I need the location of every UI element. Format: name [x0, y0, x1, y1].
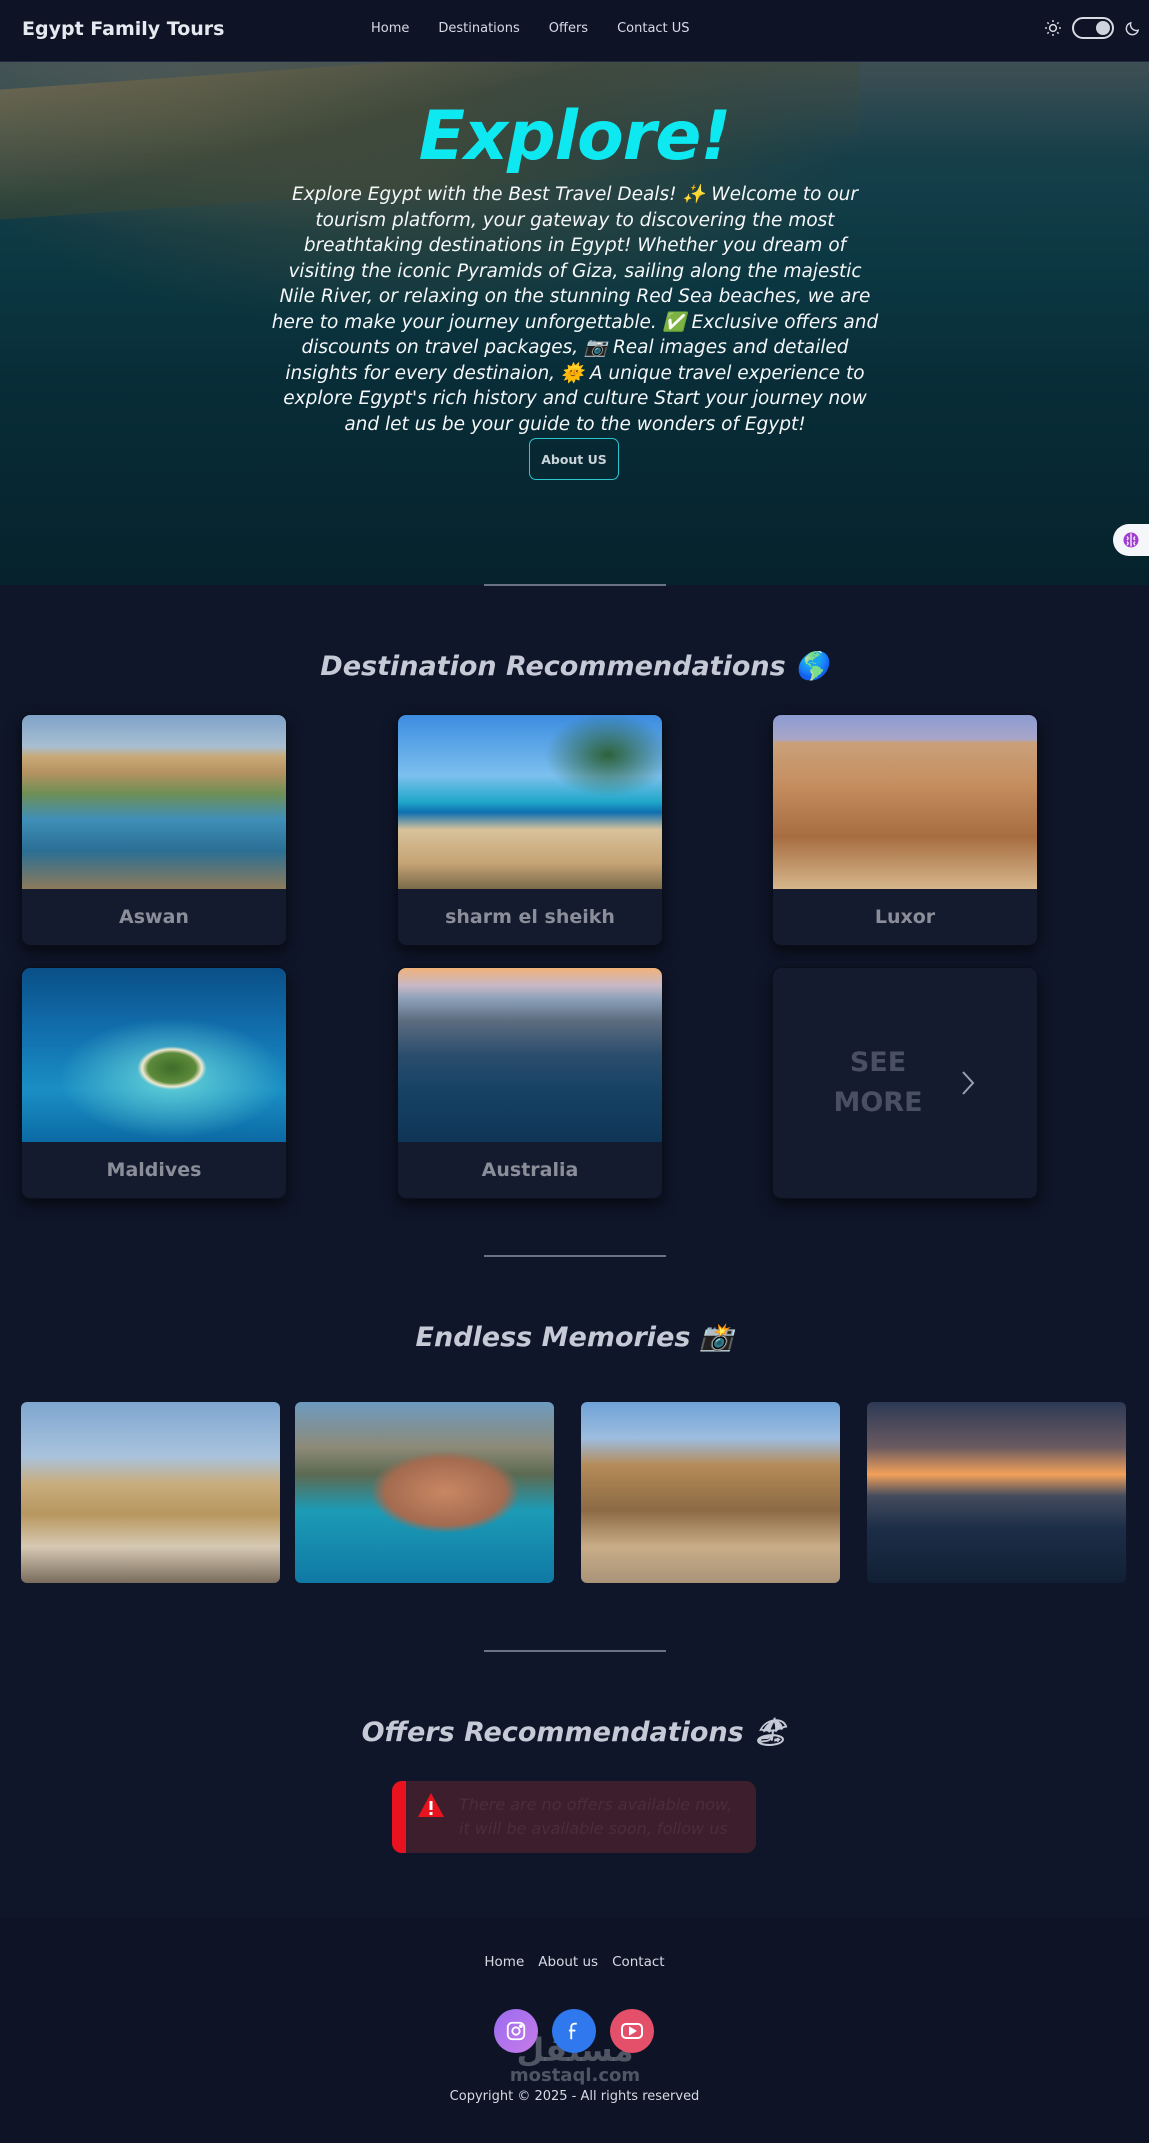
nav-contact[interactable]: Contact US	[617, 21, 689, 36]
destination-label: Maldives	[106, 1159, 202, 1181]
australia-photo	[398, 968, 662, 1142]
divider	[484, 1650, 666, 1652]
destination-label: Aswan	[119, 906, 189, 928]
destination-card-sharm[interactable]: sharm el sheikh	[397, 714, 663, 946]
coastal-town-photo	[295, 1402, 554, 1583]
destination-label: Luxor	[874, 906, 936, 928]
maldives-photo	[22, 968, 286, 1142]
memory-image-4[interactable]	[867, 1402, 1126, 1583]
destination-card-maldives[interactable]: Maldives	[21, 967, 287, 1199]
facebook-icon	[568, 2022, 577, 2040]
brand-logo[interactable]: Egypt Family Tours	[22, 18, 224, 40]
about-us-button[interactable]: About US	[529, 438, 619, 480]
no-offers-alert: There are no offers available now, it wi…	[392, 1781, 756, 1853]
destination-card-aswan[interactable]: Aswan	[21, 714, 287, 946]
hero-title: Explore!	[418, 97, 732, 176]
memory-image-1[interactable]	[21, 1402, 280, 1583]
divider	[484, 1255, 666, 1257]
destinations-title: Destination Recommendations 🌎	[320, 651, 829, 682]
nav-links: Home Destinations Offers Contact US	[371, 21, 690, 36]
destination-card-luxor[interactable]: Luxor	[772, 714, 1038, 946]
memory-image-3[interactable]	[581, 1402, 840, 1583]
memories-title: Endless Memories 📸	[415, 1322, 734, 1353]
footer-link-contact[interactable]: Contact	[612, 1954, 665, 1970]
sharm-photo	[398, 715, 662, 889]
theme-switch	[1044, 17, 1141, 39]
navbar: Egypt Family Tours Home Destinations Off…	[0, 0, 1149, 62]
divider	[484, 584, 666, 586]
chevron-right-icon	[961, 1071, 974, 1095]
nav-home[interactable]: Home	[371, 21, 409, 36]
offers-title: Offers Recommendations 🏖	[361, 1717, 788, 1748]
memory-image-2[interactable]	[295, 1402, 554, 1583]
see-more-label: SEE MORE	[833, 1047, 923, 1118]
footer-link-home[interactable]: Home	[484, 1954, 524, 1970]
instagram-icon	[506, 2021, 526, 2041]
hero-description: Explore Egypt with the Best Travel Deals…	[271, 184, 879, 435]
hero-section: Explore! Explore Egypt with the Best Tra…	[0, 61, 1149, 585]
destination-card-australia[interactable]: Australia	[397, 967, 663, 1199]
nav-destinations[interactable]: Destinations	[438, 21, 519, 36]
copyright: Copyright © 2025 - All rights reserved	[449, 2089, 700, 2104]
footer-link-about[interactable]: About us	[538, 1954, 598, 1970]
theme-toggle[interactable]	[1072, 17, 1114, 39]
nav-offers[interactable]: Offers	[549, 21, 588, 36]
see-more-card[interactable]: SEE MORE	[772, 967, 1038, 1199]
floating-widget-button[interactable]	[1113, 524, 1149, 556]
brain-icon	[1123, 532, 1139, 548]
youtube-icon	[621, 2023, 643, 2039]
destination-label: Australia	[481, 1159, 579, 1181]
temple-ruins-photo	[581, 1402, 840, 1583]
aswan-photo	[22, 715, 286, 889]
footer-links: Home About us Contact	[0, 1954, 1149, 1970]
destination-label: sharm el sheikh	[445, 906, 615, 928]
pyramids-sphinx-photo	[21, 1402, 280, 1583]
luxor-photo	[773, 715, 1037, 889]
moon-icon	[1125, 21, 1140, 35]
facebook-button[interactable]	[552, 2009, 596, 2053]
youtube-button[interactable]	[610, 2009, 654, 2053]
no-offers-message: There are no offers available now, it wi…	[459, 1795, 733, 1838]
warning-icon	[418, 1793, 444, 1817]
sun-icon	[1045, 20, 1061, 36]
instagram-button[interactable]	[494, 2009, 538, 2053]
city-river-sunset-photo	[867, 1402, 1126, 1583]
alert-accent-bar	[392, 1781, 406, 1853]
toggle-knob	[1096, 21, 1110, 35]
